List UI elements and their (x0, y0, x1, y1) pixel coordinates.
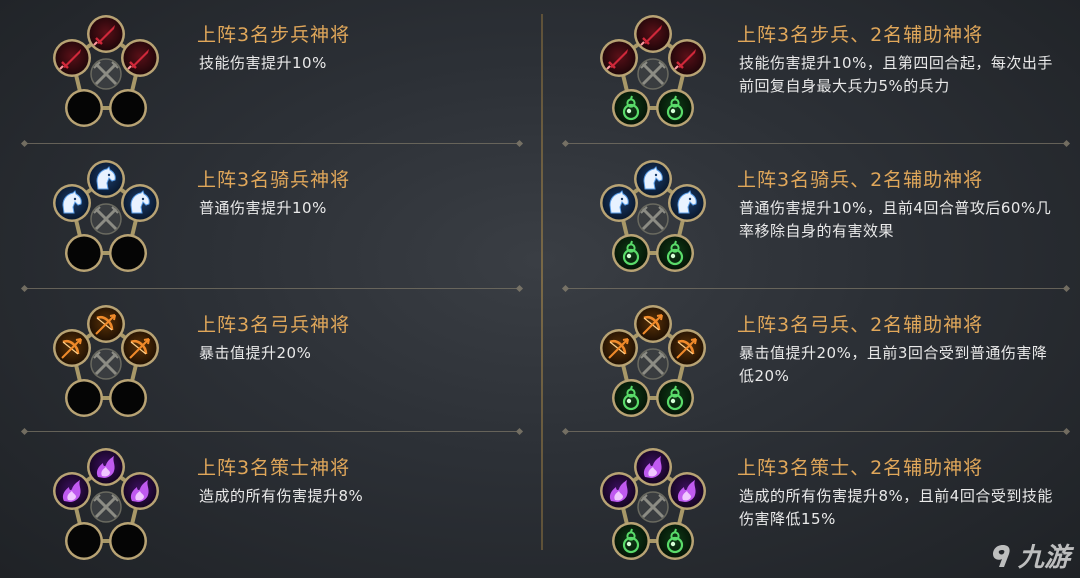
sword-icon (600, 39, 638, 77)
green-gourd-icon (612, 234, 650, 272)
formation-cavalry (50, 157, 162, 273)
formation-archer-support (597, 302, 709, 418)
sword-icon (87, 15, 125, 53)
bond-title: 上阵3名策士神将 (197, 457, 351, 479)
bond-description: 造成的所有伤害提升8%，且前4回合受到技能伤害降低15% (739, 487, 1053, 528)
crossed-swords-icon (637, 491, 669, 523)
purple-flame-icon (668, 472, 706, 510)
bond-description: 普通伤害提升10% (199, 199, 327, 217)
bond-description: 普通伤害提升10%，且前4回合普攻后60%几率移除自身的有害效果 (739, 199, 1052, 240)
green-gourd-icon (612, 379, 650, 417)
sword-icon (53, 39, 91, 77)
bond-title: 上阵3名骑兵神将 (197, 169, 351, 191)
bow-arrow-icon (600, 329, 638, 367)
sword-icon (121, 39, 159, 77)
bond-entry-cavalry-support: 上阵3名骑兵、2名辅助神将 普通伤害提升10%，且前4回合普攻后60%几率移除自… (540, 145, 1080, 288)
horse-head-icon (53, 184, 91, 222)
bond-entry-archer: 上阵3名弓兵神将 暴击值提升20% (0, 290, 540, 433)
bond-entry-archer-support: 上阵3名弓兵、2名辅助神将 暴击值提升20%，且前3回合受到普通伤害降低20% (540, 290, 1080, 433)
empty-slot (109, 234, 147, 272)
green-gourd-icon (612, 89, 650, 127)
formation-emblem (600, 448, 706, 560)
purple-flame-icon (634, 448, 672, 486)
bow-arrow-icon (634, 305, 672, 343)
formation-cavalry-support (597, 157, 709, 273)
bond-description: 暴击值提升20%，且前3回合受到普通伤害降低20% (739, 344, 1048, 385)
crossed-swords-icon (637, 348, 669, 380)
empty-slot (109, 379, 147, 417)
bow-arrow-icon (87, 305, 125, 343)
horse-head-icon (634, 160, 672, 198)
horse-head-icon (87, 160, 125, 198)
bond-title: 上阵3名弓兵神将 (197, 314, 351, 336)
green-gourd-icon (656, 89, 694, 127)
divider (25, 288, 519, 289)
formation-emblem (53, 448, 159, 560)
empty-slot (65, 89, 103, 127)
bond-entry-infantry: 上阵3名步兵神将 技能伤害提升10% (0, 0, 540, 143)
sword-icon (668, 39, 706, 77)
formation-strategist-support (597, 445, 709, 561)
formation-emblem (600, 160, 706, 272)
crossed-swords-icon (90, 58, 122, 90)
empty-slot (109, 522, 147, 560)
formation-emblem (53, 160, 159, 272)
bond-title: 上阵3名弓兵、2名辅助神将 (737, 314, 984, 336)
watermark-logo-icon (992, 544, 1010, 567)
formation-strategist (50, 445, 162, 561)
crossed-swords-icon (90, 491, 122, 523)
horse-head-icon (668, 184, 706, 222)
formation-infantry (50, 12, 162, 128)
green-gourd-icon (656, 379, 694, 417)
horse-head-icon (600, 184, 638, 222)
formation-emblem (53, 305, 159, 417)
divider (25, 143, 519, 144)
bond-description: 造成的所有伤害提升8% (199, 487, 364, 505)
crossed-swords-icon (637, 58, 669, 90)
bond-title: 上阵3名策士、2名辅助神将 (737, 457, 984, 479)
purple-flame-icon (121, 472, 159, 510)
empty-slot (65, 522, 103, 560)
green-gourd-icon (656, 522, 694, 560)
bond-description: 技能伤害提升10%，且第四回合起，每次出手前回复自身最大兵力5%的兵力 (739, 54, 1053, 95)
bow-arrow-icon (668, 329, 706, 367)
crossed-swords-icon (637, 203, 669, 235)
watermark-text: 九游 (1017, 543, 1070, 573)
purple-flame-icon (600, 472, 638, 510)
formation-emblem (600, 15, 706, 127)
formation-archer (50, 302, 162, 418)
empty-slot (65, 234, 103, 272)
divider (566, 288, 1066, 289)
bond-entry-strategist: 上阵3名策士神将 造成的所有伤害提升8% (0, 433, 540, 576)
divider (25, 431, 519, 432)
crossed-swords-icon (90, 348, 122, 380)
horse-head-icon (121, 184, 159, 222)
divider (566, 143, 1066, 144)
empty-slot (65, 379, 103, 417)
bond-title: 上阵3名骑兵、2名辅助神将 (737, 169, 984, 191)
formation-emblem (53, 15, 159, 127)
left-panel: 上阵3名步兵神将 技能伤害提升10% 上阵3名骑兵神将 普通伤害提升10% 上阵… (0, 0, 540, 578)
divider (566, 431, 1066, 432)
purple-flame-icon (87, 448, 125, 486)
sword-icon (634, 15, 672, 53)
purple-flame-icon (53, 472, 91, 510)
bond-title: 上阵3名步兵神将 (197, 24, 351, 46)
bond-description: 技能伤害提升10% (199, 54, 327, 72)
bow-arrow-icon (121, 329, 159, 367)
watermark: 九游 (990, 537, 1070, 574)
green-gourd-icon (656, 234, 694, 272)
bond-entry-infantry-support: 上阵3名步兵、2名辅助神将 技能伤害提升10%，且第四回合起，每次出手前回复自身… (540, 0, 1080, 143)
bow-arrow-icon (53, 329, 91, 367)
formation-infantry-support (597, 12, 709, 128)
right-panel: 上阵3名步兵、2名辅助神将 技能伤害提升10%，且第四回合起，每次出手前回复自身… (540, 0, 1080, 578)
green-gourd-icon (612, 522, 650, 560)
bond-description: 暴击值提升20% (199, 344, 312, 362)
bond-title: 上阵3名步兵、2名辅助神将 (737, 24, 984, 46)
crossed-swords-icon (90, 203, 122, 235)
bond-entry-cavalry: 上阵3名骑兵神将 普通伤害提升10% (0, 145, 540, 288)
formation-emblem (600, 305, 706, 417)
empty-slot (109, 89, 147, 127)
